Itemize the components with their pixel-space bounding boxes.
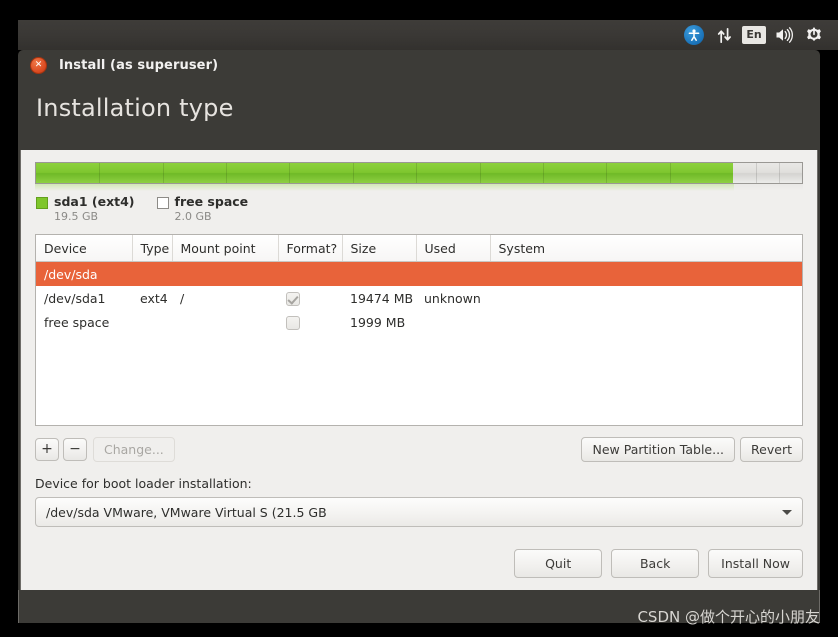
keyboard-layout-label: En [742,26,766,44]
accessibility-icon[interactable] [680,22,708,48]
window-titlebar: ✕ Install (as superuser) [18,50,820,80]
cell-system [490,261,802,286]
quit-button[interactable]: Quit [514,549,603,578]
network-icon[interactable] [710,22,738,48]
table-row[interactable]: /dev/sda1 ext4 / 19474 MB unknown [36,286,802,310]
column-header-device[interactable]: Device [36,235,133,262]
chevron-down-icon [782,509,792,515]
legend-item-sda1: sda1 (ext4) 19.5 GB [36,194,135,224]
window-title: Install (as superuser) [59,57,219,73]
system-top-panel: En [18,20,838,50]
content-pane: sda1 (ext4) 19.5 GB free space 2.0 GB De… [20,150,818,590]
format-checkbox[interactable] [286,291,300,306]
desktop-background: En ✕ Install (as superuser) Installation… [0,0,838,637]
table-header-row: Device Type Mount point Format? Size Use… [36,235,802,262]
cell-mount-point [172,310,278,334]
change-partition-button[interactable]: Change... [93,436,175,462]
legend-size: 2.0 GB [174,210,212,223]
back-button[interactable]: Back [611,549,700,578]
close-icon[interactable]: ✕ [30,56,47,74]
cell-format [278,286,342,310]
partition-bar-segment-free [733,163,802,183]
add-partition-button[interactable]: + [35,437,59,461]
dialog-actions: Quit Back Install Now [35,549,803,578]
cell-size [342,261,416,286]
bootloader-device-value: /dev/sda VMware, VMware Virtual S (21.5 … [46,504,327,520]
cell-used [416,310,490,334]
cell-mount-point: / [180,290,185,306]
cell-type [132,261,172,286]
volume-icon[interactable] [770,22,798,48]
cell-format [278,261,342,286]
partition-toolbar: + − Change... New Partition Table... Rev… [35,436,803,462]
system-settings-icon[interactable] [800,22,828,48]
partition-usage-bar[interactable] [35,162,803,184]
cell-size: 19474 MB [350,290,414,306]
legend-label: free space [174,194,249,209]
cell-mount-point [172,261,278,286]
column-header-mount-point[interactable]: Mount point [172,235,279,262]
legend-label: sda1 (ext4) [54,194,135,209]
watermark-text: CSDN @做个开心的小朋友 [637,608,820,626]
column-header-used[interactable]: Used [416,235,491,262]
bootloader-label: Device for boot loader installation: [35,476,252,491]
cell-type: ext4 [140,290,168,306]
column-header-system[interactable]: System [490,235,802,262]
legend-swatch-icon [36,197,48,209]
legend-item-free-space: free space 2.0 GB [156,194,249,224]
cell-device: /dev/sda1 [44,290,106,306]
cell-type [132,310,172,334]
cell-device: free space [44,314,110,330]
cell-system [490,310,802,334]
revert-button[interactable]: Revert [740,436,803,462]
column-header-type[interactable]: Type [132,235,173,262]
new-partition-table-button[interactable]: New Partition Table... [581,436,736,462]
column-header-size[interactable]: Size [342,235,417,262]
cell-size: 1999 MB [350,314,406,330]
bootloader-device-select[interactable]: /dev/sda VMware, VMware Virtual S (21.5 … [35,497,803,527]
partition-legend: sda1 (ext4) 19.5 GB free space 2.0 GB [35,194,803,224]
cell-format [278,310,342,334]
table-row[interactable]: /dev/sda [36,261,802,286]
format-checkbox[interactable] [286,315,300,330]
cell-used: unknown [424,290,481,306]
page-title: Installation type [36,94,234,122]
column-header-format[interactable]: Format? [278,235,343,262]
partition-table[interactable]: Device Type Mount point Format? Size Use… [35,234,803,426]
install-now-button[interactable]: Install Now [708,549,803,578]
partition-bar-reflection [35,184,803,191]
legend-size: 19.5 GB [54,210,99,223]
legend-swatch-icon [156,197,169,209]
cell-system [490,286,802,310]
cell-used [416,261,490,286]
installer-window: ✕ Install (as superuser) Installation ty… [18,50,820,623]
table-row[interactable]: free space 1999 MB [36,310,802,334]
remove-partition-button[interactable]: − [63,437,87,461]
partition-bar-segment-used [36,163,734,183]
close-glyph: ✕ [34,59,43,70]
cell-device: /dev/sda [36,261,132,286]
keyboard-layout-indicator[interactable]: En [740,22,768,48]
